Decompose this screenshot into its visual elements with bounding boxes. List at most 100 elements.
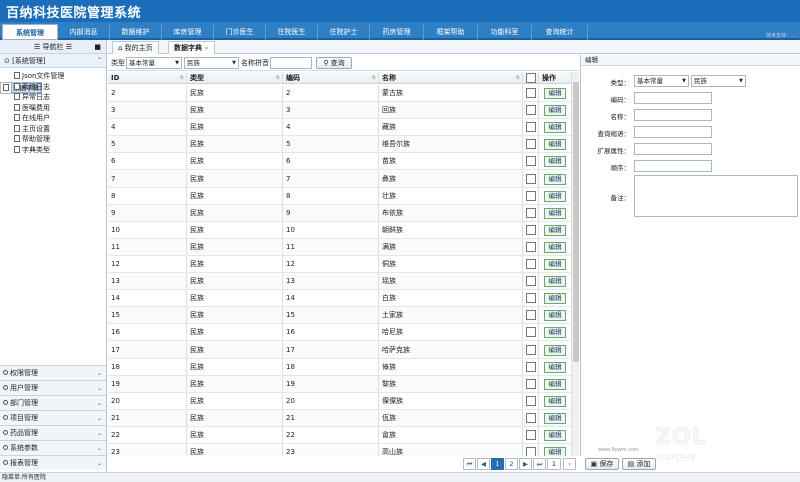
first-page-button[interactable]: ⏮ (463, 458, 476, 470)
table-row[interactable]: 9 民族 9 布依族 编辑 (108, 204, 571, 222)
nav-tab-system[interactable]: 系统管理 (2, 24, 58, 40)
table-row[interactable]: 19 民族 19 黎族 编辑 (108, 375, 571, 393)
edit-button[interactable]: 编辑 (544, 310, 566, 322)
table-row[interactable]: 16 民族 16 哈尼族 编辑 (108, 324, 571, 342)
edit-button[interactable]: 编辑 (544, 259, 566, 270)
add-button[interactable]: ▤ 添加 (622, 458, 656, 470)
edit-button[interactable]: 编辑 (544, 293, 566, 305)
table-row[interactable]: 18 民族 18 傣族 编辑 (108, 358, 571, 376)
tab-dictionary[interactable]: 数据字典 ✕ (168, 41, 215, 54)
row-checkbox[interactable] (526, 139, 536, 150)
edit-button[interactable]: 编辑 (544, 361, 566, 373)
nav-tab-messages[interactable]: 内部消息 (58, 24, 110, 40)
sidebar-item-home-settings[interactable]: 主页设置 (0, 124, 106, 135)
table-row[interactable]: 7 民族 7 彝族 编辑 (108, 170, 571, 188)
sidebar-group-departments[interactable]: 部门管理 ⌄ (0, 395, 106, 410)
row-checkbox[interactable] (526, 395, 536, 406)
sidebar-group-users[interactable]: 用户管理 ⌄ (0, 380, 106, 395)
edit-button[interactable]: 编辑 (544, 430, 566, 441)
edit-button[interactable]: 编辑 (544, 224, 566, 236)
edit-button[interactable]: 编辑 (544, 395, 566, 407)
edit-button[interactable]: 编辑 (544, 139, 566, 151)
name-input[interactable] (634, 109, 712, 121)
table-row[interactable]: 11 民族 11 满族 编辑 (108, 238, 571, 256)
row-checkbox[interactable] (526, 105, 536, 116)
row-checkbox[interactable] (526, 412, 536, 423)
sidebar-item-errorlog[interactable]: 异常日志 (0, 92, 106, 103)
row-checkbox[interactable] (526, 430, 536, 440)
table-row[interactable]: 20 民族 20 傈僳族 编辑 (108, 392, 571, 410)
edit-button[interactable]: 编辑 (544, 122, 566, 134)
edit-button[interactable]: 编辑 (544, 412, 566, 424)
subtype-select[interactable]: 民族 ▼ (184, 57, 239, 69)
table-scrollbar[interactable] (571, 72, 579, 456)
edit-button[interactable]: 编辑 (544, 207, 566, 219)
nav-tab-query-stats[interactable]: 查询统计 (532, 24, 588, 40)
row-checkbox[interactable] (526, 224, 536, 235)
nav-tab-inpatient-nurse[interactable]: 住院护士 (318, 24, 370, 40)
edit-button[interactable]: 编辑 (544, 88, 566, 99)
close-icon[interactable]: ✕ (204, 46, 208, 52)
sidebar-item-syslog[interactable]: 系统日志 (0, 82, 106, 93)
goto-button[interactable]: › (563, 458, 576, 470)
sidebar-item-online-users[interactable]: 在线用户 (0, 113, 106, 124)
col-id[interactable]: ID ⇅ (108, 72, 187, 83)
lock-icon[interactable]: ■ (94, 40, 101, 54)
tab-home[interactable]: ⌂ 我的主页 (112, 41, 159, 54)
col-code[interactable]: 编码 ⇅ (283, 72, 379, 83)
table-row[interactable]: 15 民族 15 土家族 编辑 (108, 307, 571, 325)
sidebar-group-permissions[interactable]: 权限管理 ⌄ (0, 365, 106, 380)
goto-page-input[interactable]: 1 (547, 458, 561, 470)
row-checkbox[interactable] (526, 344, 536, 355)
table-row[interactable]: 6 民族 6 苗族 编辑 (108, 153, 571, 171)
row-checkbox[interactable] (526, 173, 536, 184)
table-row[interactable]: 4 民族 4 藏族 编辑 (108, 119, 571, 137)
row-checkbox[interactable] (526, 378, 536, 389)
edit-subtype-select[interactable]: 民族 ▼ (691, 75, 746, 87)
nav-tab-outpatient-doctor[interactable]: 门诊医生 (214, 24, 266, 40)
sidebar-group-sysparams[interactable]: 系统参数 ⌄ (0, 440, 106, 455)
row-checkbox[interactable] (526, 293, 536, 304)
col-name[interactable]: 名称 ⇅ (379, 72, 523, 83)
edit-button[interactable]: 编辑 (544, 447, 566, 456)
row-checkbox[interactable] (526, 310, 536, 321)
next-page-button[interactable]: ▶ (519, 458, 532, 470)
last-page-button[interactable]: ⏭ (533, 458, 546, 470)
page-1-button[interactable]: 1 (491, 458, 504, 470)
abbrev-input[interactable] (634, 126, 712, 138)
edit-button[interactable]: 编辑 (544, 190, 566, 202)
row-checkbox[interactable] (526, 447, 536, 456)
row-checkbox[interactable] (526, 156, 536, 167)
sidebar-group-drugs[interactable]: 药品管理 ⌄ (0, 425, 106, 440)
table-row[interactable]: 23 民族 23 高山族 编辑 (108, 444, 571, 456)
edit-button[interactable]: 编辑 (544, 378, 566, 390)
table-row[interactable]: 12 民族 12 侗族 编辑 (108, 256, 571, 274)
table-row[interactable]: 14 民族 14 白族 编辑 (108, 290, 571, 308)
sidebar-group-system[interactable]: ⊙ [系统管理] ⌃ (0, 54, 106, 68)
row-checkbox[interactable] (526, 207, 536, 218)
table-row[interactable]: 22 民族 22 畲族 编辑 (108, 427, 571, 445)
row-checkbox[interactable] (526, 122, 536, 133)
table-row[interactable]: 8 民族 8 壮族 编辑 (108, 187, 571, 205)
table-row[interactable]: 3 民族 3 回族 编辑 (108, 102, 571, 120)
sidebar-item-dict-types[interactable]: 字典类型 (0, 145, 106, 156)
row-checkbox[interactable] (526, 241, 536, 252)
nav-tab-warehouse[interactable]: 库房管理 (162, 24, 214, 40)
prev-page-button[interactable]: ◀ (477, 458, 490, 470)
edit-type-select[interactable]: 基本常量 ▼ (634, 75, 689, 87)
name-pinyin-input[interactable] (270, 57, 312, 69)
edit-button[interactable]: 编辑 (544, 105, 566, 117)
edit-button[interactable]: 编辑 (544, 156, 566, 168)
table-row[interactable]: 21 民族 21 佤族 编辑 (108, 409, 571, 427)
nav-tab-pharmacy[interactable]: 药房管理 (370, 24, 424, 40)
row-checkbox[interactable] (526, 361, 536, 372)
scrollbar-thumb[interactable] (573, 82, 579, 362)
code-input[interactable] (634, 92, 712, 104)
sidebar-item-order-fees[interactable]: 医嘱费用 (0, 103, 106, 114)
edit-button[interactable]: 编辑 (544, 327, 566, 339)
table-row[interactable]: 10 民族 10 朝鲜族 编辑 (108, 221, 571, 239)
nav-tab-departments[interactable]: 功能科室 (478, 24, 532, 40)
table-row[interactable]: 17 民族 17 哈萨克族 编辑 (108, 341, 571, 359)
sidebar-item-json[interactable]: Json文件管理 (0, 71, 106, 82)
type-select[interactable]: 基本常量 ▼ (126, 57, 182, 69)
